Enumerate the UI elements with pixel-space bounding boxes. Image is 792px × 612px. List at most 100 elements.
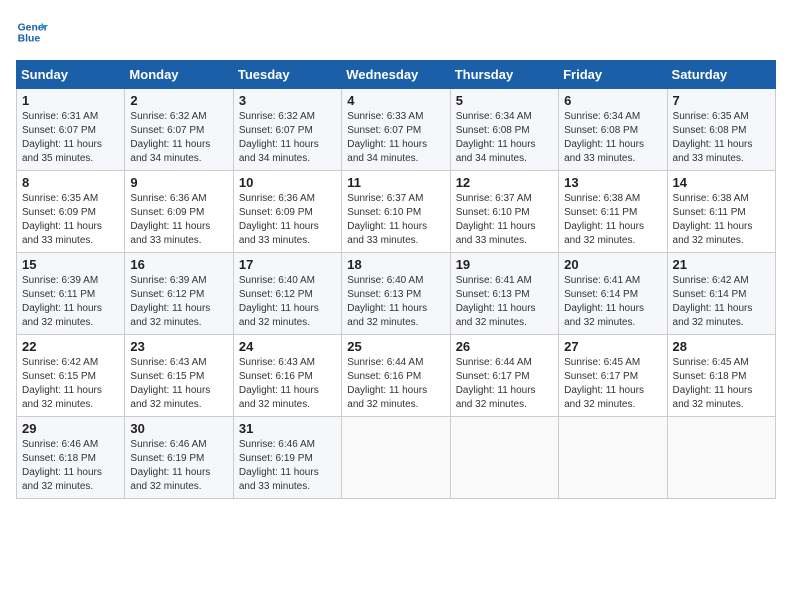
day-info: Sunrise: 6:37 AM Sunset: 6:10 PM Dayligh… (456, 192, 553, 248)
day-info: Sunrise: 6:44 AM Sunset: 6:17 PM Dayligh… (456, 356, 553, 412)
day-info: Sunrise: 6:35 AM Sunset: 6:09 PM Dayligh… (22, 192, 119, 248)
day-number: 21 (673, 257, 770, 272)
calendar-cell: 16 Sunrise: 6:39 AM Sunset: 6:12 PM Dayli… (125, 253, 233, 335)
logo: General Blue (16, 16, 48, 48)
calendar-cell: 8 Sunrise: 6:35 AM Sunset: 6:09 PM Daylig… (17, 171, 125, 253)
day-info: Sunrise: 6:32 AM Sunset: 6:07 PM Dayligh… (130, 110, 227, 166)
col-header-tuesday: Tuesday (233, 61, 341, 89)
svg-text:Blue: Blue (18, 34, 41, 45)
day-info: Sunrise: 6:40 AM Sunset: 6:12 PM Dayligh… (239, 274, 336, 330)
day-info: Sunrise: 6:46 AM Sunset: 6:19 PM Dayligh… (239, 438, 336, 494)
day-number: 17 (239, 257, 336, 272)
day-info: Sunrise: 6:34 AM Sunset: 6:08 PM Dayligh… (564, 110, 661, 166)
day-number: 5 (456, 93, 553, 108)
day-info: Sunrise: 6:33 AM Sunset: 6:07 PM Dayligh… (347, 110, 444, 166)
calendar-cell: 12 Sunrise: 6:37 AM Sunset: 6:10 PM Dayli… (450, 171, 558, 253)
day-info: Sunrise: 6:36 AM Sunset: 6:09 PM Dayligh… (239, 192, 336, 248)
day-number: 13 (564, 175, 661, 190)
day-info: Sunrise: 6:39 AM Sunset: 6:11 PM Dayligh… (22, 274, 119, 330)
day-info: Sunrise: 6:44 AM Sunset: 6:16 PM Dayligh… (347, 356, 444, 412)
calendar-cell: 17 Sunrise: 6:40 AM Sunset: 6:12 PM Dayli… (233, 253, 341, 335)
calendar-cell: 14 Sunrise: 6:38 AM Sunset: 6:11 PM Dayli… (667, 171, 775, 253)
calendar-week-1: 1Sunrise: 6:31 AM Sunset: 6:07 PM Daylig… (17, 89, 776, 171)
day-number: 31 (239, 421, 336, 436)
day-info: Sunrise: 6:35 AM Sunset: 6:08 PM Dayligh… (673, 110, 770, 166)
day-info: Sunrise: 6:40 AM Sunset: 6:13 PM Dayligh… (347, 274, 444, 330)
day-info: Sunrise: 6:36 AM Sunset: 6:09 PM Dayligh… (130, 192, 227, 248)
day-info: Sunrise: 6:38 AM Sunset: 6:11 PM Dayligh… (564, 192, 661, 248)
day-number: 8 (22, 175, 119, 190)
calendar-cell (342, 417, 450, 499)
calendar-week-4: 22 Sunrise: 6:42 AM Sunset: 6:15 PM Dayli… (17, 335, 776, 417)
day-number: 9 (130, 175, 227, 190)
calendar-cell: 5 Sunrise: 6:34 AM Sunset: 6:08 PM Daylig… (450, 89, 558, 171)
calendar-week-3: 15 Sunrise: 6:39 AM Sunset: 6:11 PM Dayli… (17, 253, 776, 335)
day-info: Sunrise: 6:37 AM Sunset: 6:10 PM Dayligh… (347, 192, 444, 248)
col-header-thursday: Thursday (450, 61, 558, 89)
day-number: 20 (564, 257, 661, 272)
calendar-cell: 2 Sunrise: 6:32 AM Sunset: 6:07 PM Daylig… (125, 89, 233, 171)
day-info: Sunrise: 6:38 AM Sunset: 6:11 PM Dayligh… (673, 192, 770, 248)
calendar-cell: 11 Sunrise: 6:37 AM Sunset: 6:10 PM Dayli… (342, 171, 450, 253)
col-header-wednesday: Wednesday (342, 61, 450, 89)
day-number: 4 (347, 93, 444, 108)
calendar-cell: 4 Sunrise: 6:33 AM Sunset: 6:07 PM Daylig… (342, 89, 450, 171)
day-info: Sunrise: 6:31 AM Sunset: 6:07 PM Dayligh… (22, 110, 119, 166)
day-number: 6 (564, 93, 661, 108)
day-info: Sunrise: 6:46 AM Sunset: 6:19 PM Dayligh… (130, 438, 227, 494)
day-number: 16 (130, 257, 227, 272)
day-number: 28 (673, 339, 770, 354)
day-info: Sunrise: 6:41 AM Sunset: 6:13 PM Dayligh… (456, 274, 553, 330)
col-header-sunday: Sunday (17, 61, 125, 89)
calendar-cell: 30Sunrise: 6:46 AM Sunset: 6:19 PM Dayli… (125, 417, 233, 499)
calendar-cell: 13 Sunrise: 6:38 AM Sunset: 6:11 PM Dayli… (559, 171, 667, 253)
calendar-cell: 23Sunrise: 6:43 AM Sunset: 6:15 PM Dayli… (125, 335, 233, 417)
day-number: 11 (347, 175, 444, 190)
day-number: 18 (347, 257, 444, 272)
day-number: 14 (673, 175, 770, 190)
day-info: Sunrise: 6:43 AM Sunset: 6:16 PM Dayligh… (239, 356, 336, 412)
day-info: Sunrise: 6:39 AM Sunset: 6:12 PM Dayligh… (130, 274, 227, 330)
day-number: 3 (239, 93, 336, 108)
day-info: Sunrise: 6:34 AM Sunset: 6:08 PM Dayligh… (456, 110, 553, 166)
day-number: 19 (456, 257, 553, 272)
calendar-cell (450, 417, 558, 499)
col-header-monday: Monday (125, 61, 233, 89)
calendar-cell: 20 Sunrise: 6:41 AM Sunset: 6:14 PM Dayli… (559, 253, 667, 335)
day-number: 12 (456, 175, 553, 190)
calendar-cell (667, 417, 775, 499)
day-info: Sunrise: 6:42 AM Sunset: 6:14 PM Dayligh… (673, 274, 770, 330)
day-number: 22 (22, 339, 119, 354)
day-number: 24 (239, 339, 336, 354)
day-number: 29 (22, 421, 119, 436)
calendar-cell: 25 Sunrise: 6:44 AM Sunset: 6:16 PM Dayli… (342, 335, 450, 417)
day-info: Sunrise: 6:46 AM Sunset: 6:18 PM Dayligh… (22, 438, 119, 494)
day-number: 15 (22, 257, 119, 272)
calendar-cell: 10 Sunrise: 6:36 AM Sunset: 6:09 PM Dayli… (233, 171, 341, 253)
calendar-cell: 29 Sunrise: 6:46 AM Sunset: 6:18 PM Dayli… (17, 417, 125, 499)
calendar-cell: 24 Sunrise: 6:43 AM Sunset: 6:16 PM Dayli… (233, 335, 341, 417)
day-number: 25 (347, 339, 444, 354)
day-info: Sunrise: 6:32 AM Sunset: 6:07 PM Dayligh… (239, 110, 336, 166)
day-number: 26 (456, 339, 553, 354)
calendar-cell: 6 Sunrise: 6:34 AM Sunset: 6:08 PM Daylig… (559, 89, 667, 171)
page-header: General Blue (16, 16, 776, 48)
calendar-week-2: 8 Sunrise: 6:35 AM Sunset: 6:09 PM Daylig… (17, 171, 776, 253)
day-info: Sunrise: 6:41 AM Sunset: 6:14 PM Dayligh… (564, 274, 661, 330)
calendar-table: SundayMondayTuesdayWednesdayThursdayFrid… (16, 60, 776, 499)
day-info: Sunrise: 6:45 AM Sunset: 6:18 PM Dayligh… (673, 356, 770, 412)
calendar-cell: 3 Sunrise: 6:32 AM Sunset: 6:07 PM Daylig… (233, 89, 341, 171)
day-number: 10 (239, 175, 336, 190)
day-info: Sunrise: 6:42 AM Sunset: 6:15 PM Dayligh… (22, 356, 119, 412)
day-number: 23 (130, 339, 227, 354)
calendar-cell: 1Sunrise: 6:31 AM Sunset: 6:07 PM Daylig… (17, 89, 125, 171)
day-number: 2 (130, 93, 227, 108)
col-header-friday: Friday (559, 61, 667, 89)
day-number: 7 (673, 93, 770, 108)
day-number: 27 (564, 339, 661, 354)
calendar-cell: 19 Sunrise: 6:41 AM Sunset: 6:13 PM Dayli… (450, 253, 558, 335)
day-info: Sunrise: 6:45 AM Sunset: 6:17 PM Dayligh… (564, 356, 661, 412)
calendar-cell: 26 Sunrise: 6:44 AM Sunset: 6:17 PM Dayli… (450, 335, 558, 417)
logo-icon: General Blue (16, 16, 48, 48)
col-header-saturday: Saturday (667, 61, 775, 89)
